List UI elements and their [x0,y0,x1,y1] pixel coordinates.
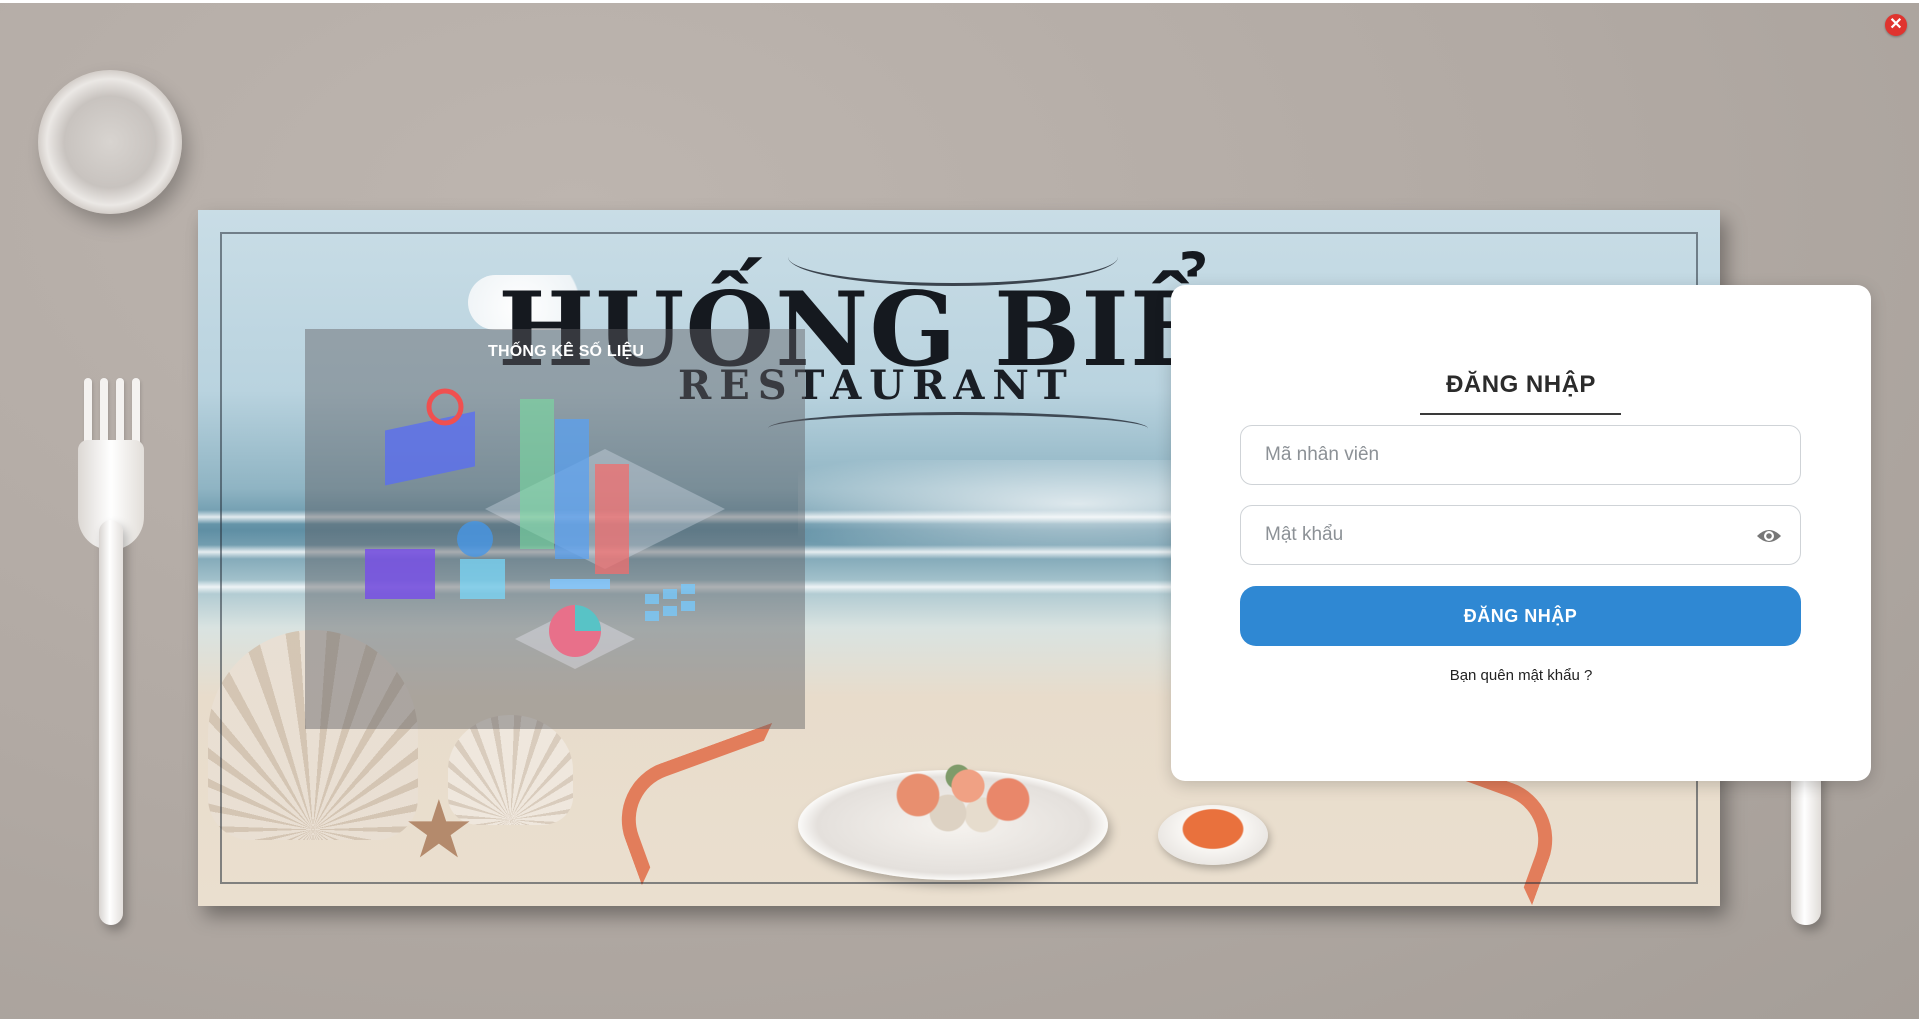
statistics-panel[interactable]: THỐNG KÊ SỐ LIỆU [305,329,805,729]
close-icon: ✕ [1889,16,1903,33]
top-strip [0,0,1919,3]
statistics-illustration [365,388,725,669]
statistics-title: THỐNG KÊ SỐ LIỆU [488,343,645,360]
close-button[interactable]: ✕ [1885,14,1907,36]
forgot-password-link[interactable]: Bạn quên mật khẩu ? [1171,667,1871,684]
login-heading: ĐĂNG NHẬP [1446,371,1596,398]
logo-ornament [768,412,1148,445]
fork-handle [99,520,123,925]
eye-icon[interactable] [1756,526,1782,546]
password-input[interactable] [1241,506,1800,564]
heading-underline [1420,413,1621,415]
knife-handle [1791,760,1821,925]
employee-id-field[interactable] [1240,425,1801,485]
login-button[interactable]: ĐĂNG NHẬP [1240,586,1801,646]
login-card: ĐĂNG NHẬP ĐĂNG NHẬP Bạn quên mật khẩu ? [1171,285,1871,781]
glass-image [38,70,182,214]
employee-id-input[interactable] [1241,426,1800,484]
password-field[interactable] [1240,505,1801,565]
